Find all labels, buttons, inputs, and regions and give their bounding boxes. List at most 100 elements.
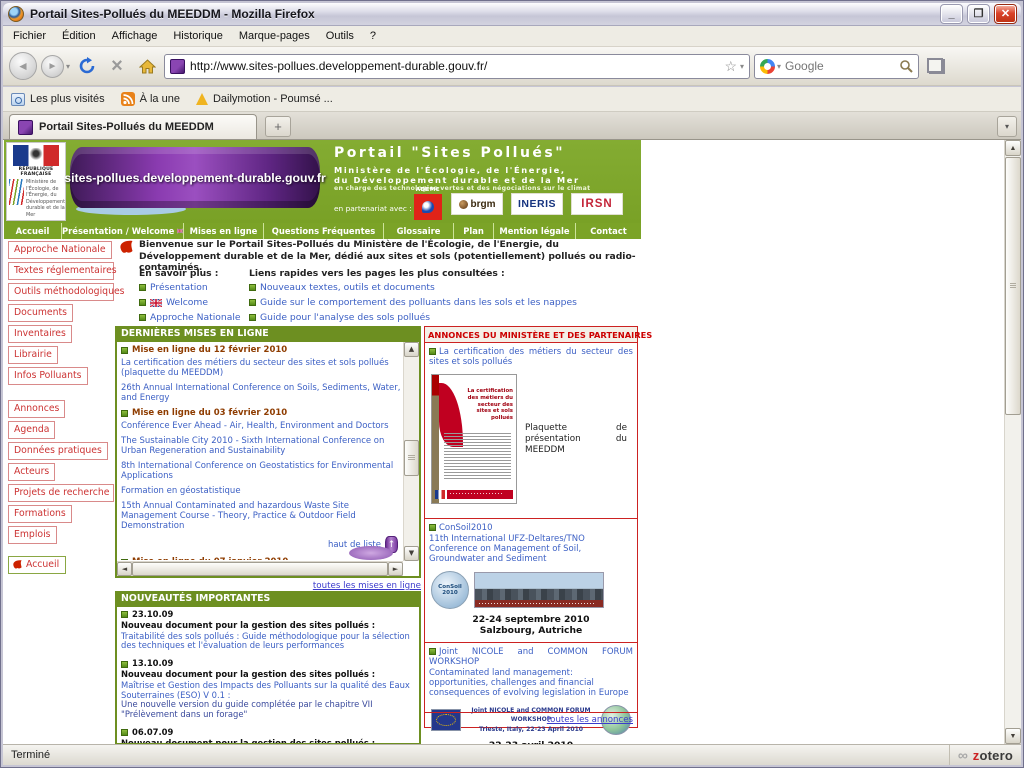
bookmark-star-icon[interactable]: ☆	[724, 58, 737, 75]
sidebar-item-documents[interactable]: Documents	[8, 304, 73, 322]
menu-aide[interactable]: ?	[362, 27, 384, 45]
nav-accueil[interactable]: Accueil	[4, 223, 61, 239]
menu-outils[interactable]: Outils	[318, 27, 362, 45]
all-updates-link[interactable]: toutes les mises en ligne	[115, 581, 421, 591]
news-date: 23.10.09	[121, 610, 415, 620]
french-flag-icon	[13, 145, 59, 166]
annonce-link[interactable]: Joint NICOLE and COMMON FORUM WORKSHOP	[429, 647, 633, 667]
link-nouveaux-textes[interactable]: Nouveaux textes, outils et documents	[249, 282, 435, 293]
brochure-image[interactable]: La certification des métiers du secteur …	[431, 374, 517, 504]
search-bar[interactable]: ▾	[754, 54, 919, 79]
bookmark-a-la-une[interactable]: À la une	[121, 92, 180, 106]
irsn-logo[interactable]: IRSN	[571, 193, 623, 215]
scroll-down-arrow[interactable]: ▼	[1005, 728, 1021, 744]
pages-button[interactable]	[923, 52, 949, 80]
reload-button[interactable]	[74, 52, 100, 80]
news-link[interactable]: Maîtrise et Gestion des Impacts des Poll…	[121, 681, 415, 701]
home-button[interactable]	[134, 52, 160, 80]
sidebar-item-inventaires[interactable]: Inventaires	[8, 325, 72, 343]
nav-mises-en-ligne[interactable]: Mises en ligne	[183, 223, 263, 239]
link-guide-analyse[interactable]: Guide pour l'analyse des sols pollués	[249, 312, 430, 323]
history-dropdown-icon[interactable]: ▾	[66, 62, 70, 71]
sidebar-item-approche-nationale[interactable]: Approche Nationale	[8, 241, 112, 259]
sidebar-item-emplois[interactable]: Emplois	[8, 526, 57, 544]
nav-plan[interactable]: Plan	[453, 223, 493, 239]
link-presentation[interactable]: Présentation	[139, 282, 208, 293]
update-link[interactable]: La certification des métiers du secteur …	[121, 358, 402, 378]
sidebar-item-textes-reglementaires[interactable]: Textes réglementaires	[8, 262, 114, 280]
sidebar-item-infos-polluants[interactable]: Infos Polluants	[8, 367, 88, 385]
sidebar-item-accueil[interactable]: Accueil	[8, 556, 66, 574]
tab-portail-sites-pollues[interactable]: Portail Sites-Pollués du MEEDDM	[9, 114, 257, 139]
ademe-logo[interactable]: ADEME	[413, 187, 443, 220]
update-link[interactable]: Conférence Ever Ahead - Air, Health, Env…	[121, 421, 402, 431]
link-welcome[interactable]: Welcome	[139, 297, 208, 308]
sidebar-item-outils-methodologiques[interactable]: Outils méthodologiques	[8, 283, 114, 301]
update-link[interactable]: The Sustainable City 2010 - Sixth Intern…	[121, 436, 402, 456]
menu-edition[interactable]: Édition	[54, 27, 104, 45]
nav-questions-frequentes[interactable]: Questions Fréquentes	[263, 223, 383, 239]
update-link[interactable]: 15th Annual Contaminated and hazardous W…	[121, 501, 402, 531]
sidebar-item-formations[interactable]: Formations	[8, 505, 72, 523]
minimize-button[interactable]: _	[941, 5, 962, 23]
scroll-left-arrow[interactable]: ◄	[117, 562, 132, 576]
brgm-logo[interactable]: brgm	[451, 193, 503, 215]
news-link[interactable]: Traitabilité des sols pollués : Guide mé…	[121, 632, 415, 652]
url-bar[interactable]: ☆ ▾	[164, 54, 750, 79]
nav-contact[interactable]: Contact	[575, 223, 641, 239]
menu-fichier[interactable]: Fichier	[5, 27, 54, 45]
all-annonces-link[interactable]: toutes les annonces	[425, 712, 637, 727]
annonce-link[interactable]: ConSoil2010	[429, 523, 633, 533]
sidebar-item-annonces[interactable]: Annonces	[8, 400, 65, 418]
list-all-tabs-button[interactable]: ▾	[997, 116, 1017, 137]
ineris-logo[interactable]: INERIS	[511, 193, 563, 215]
menu-marque-pages[interactable]: Marque-pages	[231, 27, 318, 45]
forward-button[interactable]: ►	[41, 55, 64, 78]
sidebar-item-projets-de-recherche[interactable]: Projets de recherche	[8, 484, 114, 502]
update-link[interactable]: 8th International Conference on Geostati…	[121, 461, 402, 481]
annonce-link[interactable]: La certification des métiers du secteur …	[429, 347, 633, 367]
google-logo-icon[interactable]	[760, 59, 775, 74]
scrollbar-thumb[interactable]	[404, 440, 419, 476]
scrollbar-thumb[interactable]	[132, 562, 388, 576]
back-button[interactable]: ◄	[9, 52, 37, 80]
search-engine-dropdown-icon[interactable]: ▾	[777, 62, 781, 71]
zotero-status[interactable]: ∞ zotero	[949, 745, 1013, 765]
sidebar-item-acteurs[interactable]: Acteurs	[8, 463, 55, 481]
menu-affichage[interactable]: Affichage	[104, 27, 166, 45]
annonce-desc: Contaminated land management: opportunit…	[429, 668, 633, 698]
updates-horizontal-scrollbar[interactable]: ◄ ►	[117, 561, 403, 576]
menu-historique[interactable]: Historique	[165, 27, 231, 45]
sidebar-item-agenda[interactable]: Agenda	[8, 421, 55, 439]
consoil-logo: ConSoil 2010	[431, 571, 469, 609]
restore-button[interactable]: ❐	[968, 5, 989, 23]
sidebar-item-librairie[interactable]: Librairie	[8, 346, 58, 364]
bookmark-dailymotion[interactable]: Dailymotion - Poumsé ...	[196, 93, 333, 105]
nav-glossaire[interactable]: Glossaire	[383, 223, 453, 239]
update-link[interactable]: 26th Annual International Conference on …	[121, 383, 402, 403]
bookmark-most-visited[interactable]: Les plus visités	[11, 93, 105, 106]
updates-vertical-scrollbar[interactable]: ▲ ▼	[403, 342, 419, 561]
link-guide-comportement[interactable]: Guide sur le comportement des polluants …	[249, 297, 577, 308]
scroll-up-arrow[interactable]: ▲	[404, 342, 419, 357]
url-dropdown-icon[interactable]: ▾	[740, 62, 744, 71]
close-button[interactable]: ✕	[995, 5, 1016, 23]
scrollbar-thumb[interactable]	[1005, 157, 1021, 415]
sidebar-item-donnees-pratiques[interactable]: Données pratiques	[8, 442, 108, 460]
nav-mention-legale[interactable]: Mention légale	[493, 223, 575, 239]
zotero-wordmark[interactable]: zotero	[973, 748, 1013, 763]
browser-vertical-scrollbar[interactable]: ▲ ▼	[1004, 140, 1021, 744]
new-tab-button[interactable]: +	[265, 116, 291, 137]
url-input[interactable]	[190, 59, 719, 73]
search-input[interactable]	[785, 59, 895, 73]
scroll-right-arrow[interactable]: ►	[388, 562, 403, 576]
event-place: Salzbourg, Autriche	[429, 625, 633, 636]
scroll-up-arrow[interactable]: ▲	[1005, 140, 1021, 156]
nav-presentation[interactable]: Présentation / Welcome	[61, 223, 183, 239]
updates-list: Mise en ligne du 12 février 2010 La cert…	[121, 345, 402, 560]
scroll-down-arrow[interactable]: ▼	[404, 546, 419, 561]
search-icon[interactable]	[899, 59, 913, 73]
update-link[interactable]: Formation en géostatistique	[121, 486, 402, 496]
stop-button[interactable]: ×	[104, 52, 130, 80]
link-approche-nationale[interactable]: Approche Nationale	[139, 312, 241, 323]
